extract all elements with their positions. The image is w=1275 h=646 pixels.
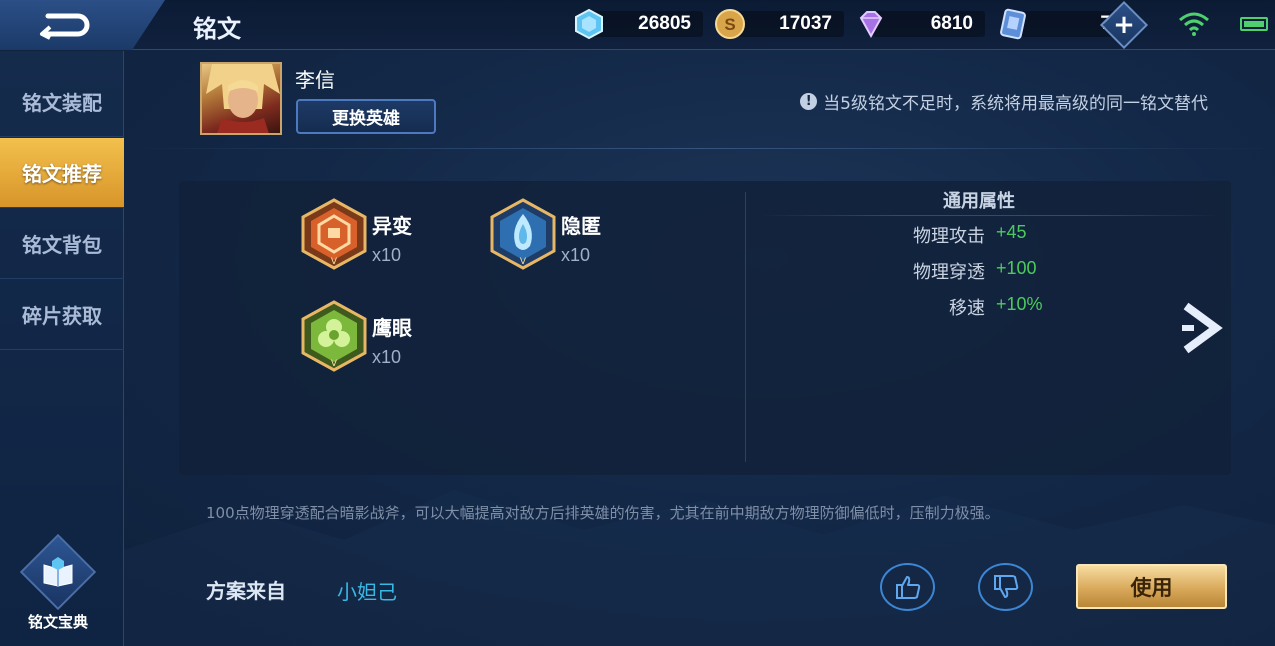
use-button[interactable]: 使用	[1076, 564, 1227, 609]
attribute-value: +45	[996, 222, 1027, 242]
source-author[interactable]: 小妲己	[337, 576, 397, 605]
rune-item[interactable]: V 异变 x10	[299, 198, 412, 270]
codex-frame	[19, 533, 97, 611]
back-arrow-icon	[40, 13, 90, 40]
attribute-value: +10%	[996, 294, 1043, 314]
rune-yibian-icon: V	[301, 198, 367, 270]
svg-text:V: V	[520, 257, 527, 267]
diamond-icon	[859, 11, 883, 39]
source-label: 方案来自	[206, 579, 286, 603]
rune-item[interactable]: V 隐匿 x10	[488, 198, 601, 270]
voucher-icon	[1000, 8, 1026, 40]
attribute-label: 物理穿透	[913, 262, 985, 283]
rune-count: x10	[561, 245, 591, 265]
rune-name: 隐匿	[561, 214, 601, 238]
back-button[interactable]	[0, 0, 165, 50]
attribute-row: 移速	[865, 294, 985, 319]
info-icon: !	[800, 93, 818, 110]
sidebar: 铭文装配 铭文推荐 铭文背包 碎片获取 铭文宝典	[0, 51, 124, 646]
attribute-row-value: +45	[996, 222, 1076, 246]
attribute-row: 物理攻击	[865, 222, 985, 247]
rune-yinni-icon: V	[490, 198, 556, 270]
sidebar-item-fragment-obtain[interactable]: 碎片获取	[0, 280, 124, 350]
crystal-icon	[575, 8, 603, 40]
attribute-label: 物理攻击	[913, 226, 985, 247]
rune-name: 鹰眼	[372, 316, 412, 340]
crystal-amount: 26805	[591, 11, 703, 37]
currency-crystal: 26805	[573, 8, 703, 40]
attribute-value: +100	[996, 258, 1037, 278]
notice-text: 当5级铭文不足时，系统将用最高级的同一铭文替代	[823, 94, 1208, 114]
plan-description: 100点物理穿透配合暗影战斧，可以大幅提高对敌方后排英雄的伤害，尤其在前中期敌方…	[206, 504, 1000, 522]
rune-count: x10	[372, 245, 402, 265]
currency-diamond: 6810	[855, 8, 985, 40]
top-bar: 铭文 26805 S 17037 6810 7 +	[0, 0, 1275, 50]
sidebar-item-rune-equip[interactable]: 铭文装配	[0, 67, 124, 137]
wifi-icon	[1179, 12, 1209, 36]
thumbs-up-icon	[895, 576, 920, 599]
book-icon	[43, 557, 73, 587]
diamond-amount: 6810	[873, 11, 985, 37]
rune-item[interactable]: V 鹰眼 x10	[299, 300, 412, 372]
codex-label: 铭文宝典	[27, 613, 88, 631]
currency-gold: S 17037	[714, 8, 844, 40]
thumbs-down-icon	[993, 575, 1018, 598]
svg-text:V: V	[331, 257, 338, 267]
rune-name: 异变	[372, 214, 412, 238]
rune-codex-button[interactable]: 铭文宝典	[18, 533, 98, 635]
svg-text:S: S	[724, 15, 735, 34]
plus-icon: +	[1113, 10, 1135, 40]
header-divider	[124, 148, 1275, 149]
page-title: 铭文	[193, 15, 241, 43]
hero-name: 李信	[295, 68, 335, 92]
attribute-row-value: +10%	[996, 294, 1076, 318]
gold-amount: 17037	[732, 11, 844, 37]
svg-text:V: V	[331, 359, 338, 369]
rune-count: x10	[372, 347, 402, 367]
hero-avatar	[200, 62, 282, 135]
attribute-label: 移速	[949, 298, 985, 319]
thumbs-up-button[interactable]	[880, 563, 935, 611]
change-hero-button[interactable]: 更换英雄	[296, 99, 436, 134]
hero-portrait-icon	[206, 64, 280, 133]
attribute-row: 物理穿透	[865, 258, 985, 283]
gold-coin-icon: S	[715, 9, 745, 39]
thumbs-down-button[interactable]	[978, 563, 1033, 611]
attributes-title-divider	[760, 215, 1220, 216]
rune-yingyan-icon: V	[301, 300, 367, 372]
attribute-row-value: +100	[996, 258, 1076, 282]
battery-icon	[1240, 17, 1268, 31]
sidebar-item-rune-recommend[interactable]: 铭文推荐	[0, 138, 124, 208]
panel-divider	[745, 192, 746, 462]
sidebar-item-rune-bag[interactable]: 铭文背包	[0, 209, 124, 279]
next-arrow-icon[interactable]	[1178, 300, 1224, 356]
notice: ! 当5级铭文不足时，系统将用最高级的同一铭文替代	[800, 89, 1208, 114]
attributes-title: 通用属性	[943, 191, 1015, 212]
